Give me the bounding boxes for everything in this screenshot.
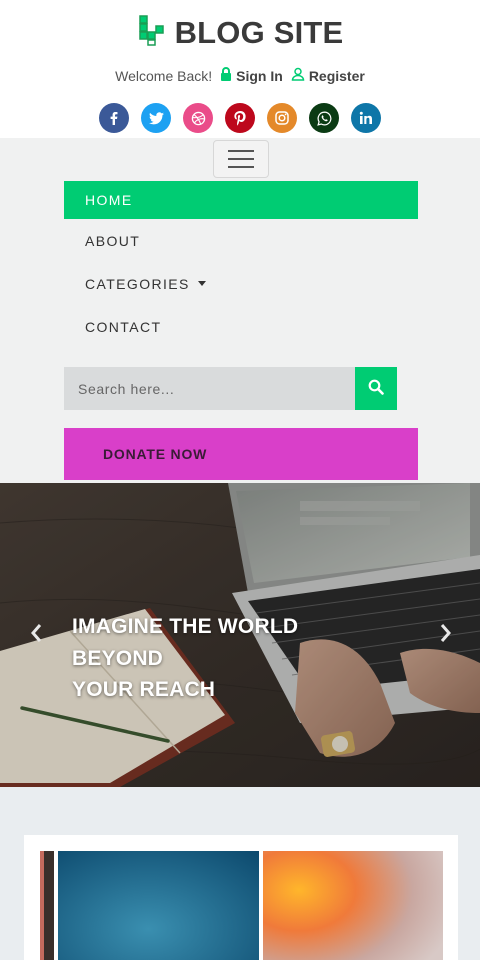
carousel-prev-button[interactable]: [26, 622, 46, 648]
chevron-left-icon: [29, 622, 43, 649]
search-form: [64, 367, 397, 410]
chevron-right-icon: [439, 622, 453, 649]
pinterest-icon[interactable]: [225, 103, 255, 133]
caret-down-icon: [197, 281, 206, 286]
sign-in-link[interactable]: Sign In: [220, 67, 283, 84]
instagram-icon[interactable]: [267, 103, 297, 133]
user-icon: [291, 67, 305, 84]
search-icon: [368, 379, 384, 398]
main-navigation: HOME ABOUT CATEGORIES CONTACT DONATE NOW: [0, 138, 480, 483]
nav-item-categories[interactable]: CATEGORIES: [64, 262, 418, 305]
whatsapp-icon[interactable]: [309, 103, 339, 133]
post-thumbnail[interactable]: [58, 851, 259, 960]
facebook-icon[interactable]: [99, 103, 129, 133]
sign-in-label: Sign In: [236, 67, 283, 84]
donate-button[interactable]: DONATE NOW: [64, 428, 418, 480]
donate-label: DONATE NOW: [103, 446, 208, 462]
linkedin-icon[interactable]: [351, 103, 381, 133]
site-title: BLOG SITE: [174, 14, 344, 50]
hamburger-icon: [228, 150, 254, 152]
page: BLOG SITE Welcome Back! Sign In Register: [0, 0, 480, 960]
menu-toggle-button[interactable]: [213, 140, 269, 178]
nav-item-contact[interactable]: CONTACT: [64, 305, 418, 348]
nav-menu: HOME ABOUT CATEGORIES CONTACT: [64, 181, 418, 348]
search-button[interactable]: [355, 367, 397, 410]
register-label: Register: [308, 67, 365, 84]
hamburger-icon-line: [228, 166, 254, 168]
posts-section: [0, 787, 480, 960]
post-thumbnail[interactable]: [263, 851, 443, 960]
nav-item-label: HOME: [85, 192, 133, 208]
lock-icon: [220, 67, 232, 84]
dribbble-icon[interactable]: [183, 103, 213, 133]
featured-posts-card: [24, 835, 458, 960]
nav-item-label: ABOUT: [85, 232, 141, 249]
social-links: [0, 103, 480, 133]
register-link[interactable]: Register: [291, 67, 365, 84]
search-input[interactable]: [64, 367, 355, 410]
post-thumbnail[interactable]: [40, 851, 54, 960]
site-header: BLOG SITE Welcome Back! Sign In Register: [0, 0, 480, 138]
nav-item-label: CATEGORIES: [85, 275, 190, 292]
hero-title: IMAGINE THE WORLD BEYOND YOUR REACH: [72, 615, 299, 701]
nav-item-label: CONTACT: [85, 318, 162, 335]
welcome-text: Welcome Back!: [115, 67, 213, 84]
blocks-logo-icon: [137, 14, 169, 51]
welcome-bar: Welcome Back! Sign In Register: [0, 67, 480, 84]
twitter-icon[interactable]: [141, 103, 171, 133]
nav-item-about[interactable]: ABOUT: [64, 219, 418, 262]
carousel-next-button[interactable]: [436, 622, 456, 648]
hamburger-icon-line: [228, 158, 254, 160]
site-logo[interactable]: BLOG SITE: [0, 14, 480, 51]
nav-item-home[interactable]: HOME: [64, 181, 418, 219]
